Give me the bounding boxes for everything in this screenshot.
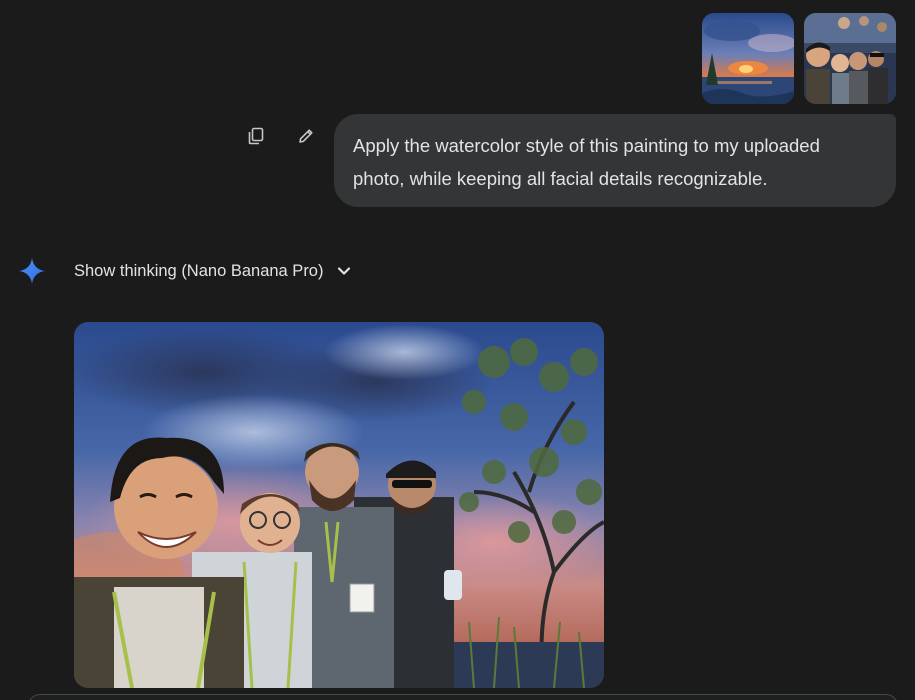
copy-icon[interactable] bbox=[244, 124, 268, 148]
generated-image[interactable] bbox=[74, 322, 604, 688]
gemini-spark-icon bbox=[18, 257, 46, 285]
show-thinking-toggle[interactable]: Show thinking (Nano Banana Pro) bbox=[74, 258, 353, 284]
attachment-painting-thumbnail[interactable] bbox=[702, 13, 794, 104]
pencil-icon[interactable] bbox=[294, 124, 318, 148]
prompt-input-box-edge[interactable] bbox=[28, 694, 898, 700]
chevron-down-icon bbox=[337, 263, 353, 279]
user-message-text: Apply the watercolor style of this paint… bbox=[353, 135, 820, 189]
user-message-bubble: Apply the watercolor style of this paint… bbox=[334, 114, 896, 207]
show-thinking-label: Show thinking (Nano Banana Pro) bbox=[74, 261, 324, 280]
attachment-photo-thumbnail[interactable] bbox=[804, 13, 896, 104]
chat-view: Apply the watercolor style of this paint… bbox=[0, 0, 915, 700]
